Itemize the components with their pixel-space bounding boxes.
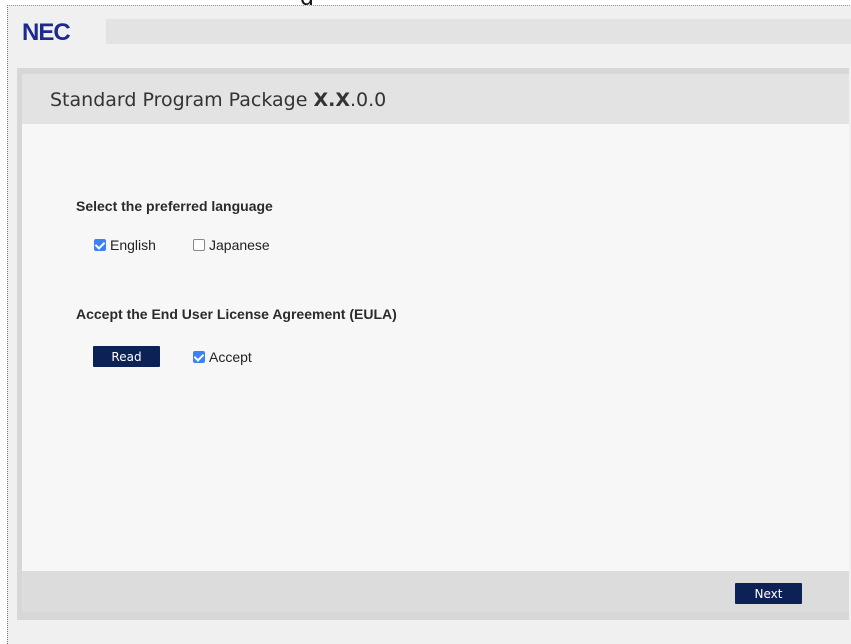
accept-checkbox[interactable] xyxy=(193,351,205,363)
japanese-label: Japanese xyxy=(209,237,270,253)
title-prefix: Standard Program Package xyxy=(50,89,314,111)
accept-option[interactable]: Accept xyxy=(193,349,252,365)
read-eula-button[interactable]: Read xyxy=(93,346,160,367)
english-option[interactable]: English xyxy=(94,237,156,253)
language-heading: Select the preferred language xyxy=(76,198,273,214)
next-button[interactable]: Next xyxy=(735,583,802,604)
installer-panel: Standard Program Package X.X.0.0 Select … xyxy=(17,68,849,620)
english-checkbox[interactable] xyxy=(94,239,106,251)
japanese-option[interactable]: Japanese xyxy=(193,237,270,253)
panel-header: Standard Program Package X.X.0.0 xyxy=(22,74,849,124)
title-version: X.X xyxy=(313,89,350,111)
japanese-checkbox[interactable] xyxy=(193,239,205,251)
panel-body: Select the preferred language English Ja… xyxy=(22,124,849,571)
eula-heading: Accept the End User License Agreement (E… xyxy=(76,306,397,322)
panel-footer: Next xyxy=(22,571,849,612)
installer-window: NEC Standard Program Package X.X.0.0 Sel… xyxy=(7,5,851,644)
header-bar xyxy=(106,19,851,44)
english-label: English xyxy=(110,237,156,253)
accept-label: Accept xyxy=(209,349,252,365)
page-title: Standard Program Package X.X.0.0 xyxy=(50,89,386,111)
title-suffix: .0.0 xyxy=(350,89,387,111)
nec-logo: NEC xyxy=(22,19,71,46)
